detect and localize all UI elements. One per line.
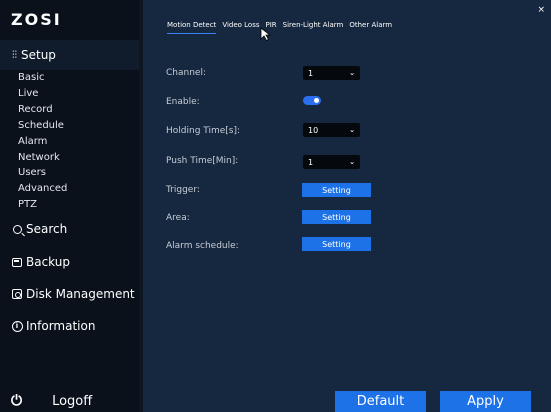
- sidebar-item-disk-management[interactable]: Disk Management: [11, 287, 135, 301]
- push-time-value: 1: [308, 157, 314, 167]
- sidebar-item-label: Search: [26, 222, 68, 236]
- holding-time-label: Holding Time[s]:: [166, 126, 241, 136]
- sidebar-item-label: Setup: [21, 48, 56, 62]
- sidebar-item-ptz[interactable]: PTZ: [18, 199, 37, 211]
- chevron-down-icon: ⌄: [349, 158, 355, 166]
- sidebar-item-setup[interactable]: ⫶⫶ Setup: [0, 40, 139, 70]
- tab-motion-detect[interactable]: Motion Detect: [167, 21, 217, 34]
- default-button[interactable]: Default: [335, 391, 426, 412]
- channel-value: 1: [308, 68, 314, 78]
- close-button[interactable]: ×: [537, 5, 545, 15]
- sidebar-item-schedule[interactable]: Schedule: [18, 120, 64, 132]
- sidebar-item-label: Information: [26, 319, 96, 333]
- push-time-select[interactable]: 1 ⌄: [303, 155, 360, 169]
- sidebar-item-search[interactable]: Search: [11, 222, 67, 236]
- alarm-schedule-label: Alarm schedule:: [166, 241, 239, 251]
- tab-other-alarm[interactable]: Other Alarm: [349, 21, 392, 34]
- sidebar-item-information[interactable]: i Information: [11, 319, 95, 333]
- enable-toggle[interactable]: [303, 96, 321, 105]
- disk-icon: [11, 288, 23, 300]
- apply-button[interactable]: Apply: [440, 391, 531, 412]
- tab-video-loss[interactable]: Video Loss: [222, 21, 259, 34]
- area-label: Area:: [166, 213, 190, 223]
- logoff-label: Logoff: [52, 393, 93, 409]
- holding-time-value: 10: [308, 125, 319, 135]
- search-icon: [11, 223, 23, 235]
- zosi-logo: ZOSI: [11, 10, 62, 29]
- alarm-schedule-setting-button[interactable]: Setting: [302, 237, 371, 251]
- backup-icon: [11, 256, 23, 268]
- sidebar-item-record[interactable]: Record: [18, 104, 53, 116]
- sidebar-item-basic[interactable]: Basic: [18, 72, 44, 84]
- push-time-label: Push Time[Min]:: [166, 156, 239, 166]
- sliders-icon: ⫶⫶: [12, 49, 17, 61]
- power-icon: ⏻: [11, 393, 23, 409]
- logoff-button[interactable]: ⏻ Logoff: [11, 393, 92, 409]
- main-panel: × Motion Detect Video Loss PIR Siren-Lig…: [143, 0, 551, 412]
- channel-label: Channel:: [166, 68, 206, 78]
- chevron-down-icon: ⌄: [349, 126, 355, 134]
- sidebar-item-live[interactable]: Live: [18, 88, 38, 100]
- trigger-label: Trigger:: [166, 185, 200, 195]
- enable-label: Enable:: [166, 97, 200, 107]
- sidebar-item-label: Backup: [26, 255, 70, 269]
- chevron-down-icon: ⌄: [349, 69, 355, 77]
- info-icon: i: [11, 320, 23, 332]
- sidebar-item-network[interactable]: Network: [18, 152, 60, 164]
- sidebar-item-label: Disk Management: [26, 287, 135, 301]
- sidebar-item-backup[interactable]: Backup: [11, 255, 70, 269]
- sidebar-item-alarm[interactable]: Alarm: [18, 136, 47, 148]
- mouse-cursor-icon: [260, 27, 272, 41]
- sidebar: ZOSI ⫶⫶ Setup Basic Live Record Schedule…: [0, 0, 139, 412]
- sidebar-item-users[interactable]: Users: [18, 167, 46, 179]
- sidebar-item-advanced[interactable]: Advanced: [18, 183, 67, 195]
- holding-time-select[interactable]: 10 ⌄: [303, 123, 360, 137]
- trigger-setting-button[interactable]: Setting: [302, 183, 371, 197]
- alarm-tabs: Motion Detect Video Loss PIR Siren-Light…: [167, 21, 392, 34]
- area-setting-button[interactable]: Setting: [302, 210, 371, 224]
- tab-siren-light-alarm[interactable]: Siren-Light Alarm: [283, 21, 344, 34]
- channel-select[interactable]: 1 ⌄: [303, 66, 360, 80]
